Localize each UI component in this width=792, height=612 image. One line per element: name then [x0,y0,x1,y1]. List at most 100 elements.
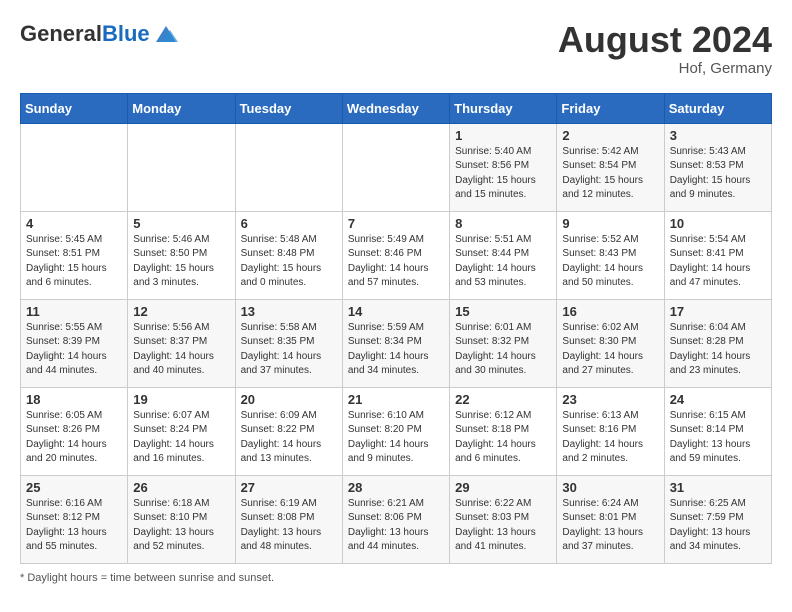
day-of-week-header: Saturday [664,93,771,123]
day-info-text: Sunrise: 6:21 AM Sunset: 8:06 PM Dayligh… [348,497,444,555]
calendar-day-cell [128,123,235,211]
calendar-day-cell: 7Sunrise: 5:49 AM Sunset: 8:46 PM Daylig… [342,211,449,299]
calendar-day-cell: 15Sunrise: 6:01 AM Sunset: 8:32 PM Dayli… [450,299,557,387]
day-number: 6 [241,216,337,231]
calendar-week-row: 18 Sunrise: 6:05 AM Sunset: 8:26 PM Dayli… [21,387,772,475]
calendar-day-cell: 18 Sunrise: 6:05 AM Sunset: 8:26 PM Dayli… [21,387,128,475]
day-info-text: Sunrise: 6:22 AM Sunset: 8:03 PM Dayligh… [455,497,551,555]
day-info-text: Sunrise: 5:48 AM Sunset: 8:48 PM Dayligh… [241,233,337,291]
day-info-text: Sunrise: 5:52 AM Sunset: 8:43 PM Dayligh… [562,233,658,291]
day-number: 16 [562,304,658,319]
logo-icon [152,20,180,48]
calendar-day-cell [342,123,449,211]
location-subtitle: Hof, Germany [558,60,772,77]
day-number: 15 [455,304,551,319]
day-number: 2 [562,128,658,143]
day-number: 5 [133,216,229,231]
title-block: August 2024 Hof, Germany [558,20,772,77]
calendar-day-cell: 3 Sunrise: 5:43 AM Sunset: 8:53 PM Daylig… [664,123,771,211]
day-info-text: Sunrise: 6:16 AM Sunset: 8:12 PM Dayligh… [26,497,122,555]
calendar-day-cell: 21 Sunrise: 6:10 AM Sunset: 8:20 PM Dayli… [342,387,449,475]
day-info-text: Sunrise: 6:09 AM Sunset: 8:22 PM Dayligh… [241,409,337,467]
day-of-week-header: Monday [128,93,235,123]
day-of-week-header: Tuesday [235,93,342,123]
calendar-week-row: 4Sunrise: 5:45 AM Sunset: 8:51 PM Daylig… [21,211,772,299]
month-year-title: August 2024 [558,20,772,60]
calendar-day-cell: 1Sunrise: 5:40 AM Sunset: 8:56 PM Daylig… [450,123,557,211]
days-header-row: SundayMondayTuesdayWednesdayThursdayFrid… [21,93,772,123]
calendar-week-row: 25Sunrise: 6:16 AM Sunset: 8:12 PM Dayli… [21,475,772,563]
logo: GeneralBlue [20,20,180,48]
calendar-table: SundayMondayTuesdayWednesdayThursdayFrid… [20,93,772,564]
day-number: 14 [348,304,444,319]
day-number: 17 [670,304,766,319]
day-info-text: Sunrise: 6:13 AM Sunset: 8:16 PM Dayligh… [562,409,658,467]
calendar-day-cell: 14Sunrise: 5:59 AM Sunset: 8:34 PM Dayli… [342,299,449,387]
calendar-day-cell: 4Sunrise: 5:45 AM Sunset: 8:51 PM Daylig… [21,211,128,299]
calendar-day-cell: 22Sunrise: 6:12 AM Sunset: 8:18 PM Dayli… [450,387,557,475]
calendar-week-row: 1Sunrise: 5:40 AM Sunset: 8:56 PM Daylig… [21,123,772,211]
calendar-day-cell: 25Sunrise: 6:16 AM Sunset: 8:12 PM Dayli… [21,475,128,563]
day-number: 7 [348,216,444,231]
day-info-text: Sunrise: 6:02 AM Sunset: 8:30 PM Dayligh… [562,321,658,379]
day-of-week-header: Sunday [21,93,128,123]
calendar-day-cell: 12Sunrise: 5:56 AM Sunset: 8:37 PM Dayli… [128,299,235,387]
logo-general-text: General [20,21,102,46]
day-info-text: Sunrise: 6:10 AM Sunset: 8:20 PM Dayligh… [348,409,444,467]
calendar-day-cell: 28Sunrise: 6:21 AM Sunset: 8:06 PM Dayli… [342,475,449,563]
logo-blue-text: Blue [102,21,150,46]
day-of-week-header: Friday [557,93,664,123]
calendar-day-cell: 24Sunrise: 6:15 AM Sunset: 8:14 PM Dayli… [664,387,771,475]
day-number: 29 [455,480,551,495]
calendar-day-cell: 31 Sunrise: 6:25 AM Sunset: 7:59 PM Dayli… [664,475,771,563]
calendar-day-cell: 2 Sunrise: 5:42 AM Sunset: 8:54 PM Daylig… [557,123,664,211]
calendar-day-cell: 29 Sunrise: 6:22 AM Sunset: 8:03 PM Dayli… [450,475,557,563]
day-number: 30 [562,480,658,495]
day-info-text: Sunrise: 5:46 AM Sunset: 8:50 PM Dayligh… [133,233,229,291]
day-number: 10 [670,216,766,231]
day-number: 4 [26,216,122,231]
day-number: 20 [241,392,337,407]
day-of-week-header: Wednesday [342,93,449,123]
day-number: 18 [26,392,122,407]
day-number: 27 [241,480,337,495]
day-number: 26 [133,480,229,495]
calendar-day-cell: 27Sunrise: 6:19 AM Sunset: 8:08 PM Dayli… [235,475,342,563]
day-number: 9 [562,216,658,231]
day-number: 19 [133,392,229,407]
day-of-week-header: Thursday [450,93,557,123]
calendar-day-cell: 17 Sunrise: 6:04 AM Sunset: 8:28 PM Dayli… [664,299,771,387]
day-info-text: Sunrise: 6:04 AM Sunset: 8:28 PM Dayligh… [670,321,766,379]
day-info-text: Sunrise: 6:18 AM Sunset: 8:10 PM Dayligh… [133,497,229,555]
calendar-day-cell: 16 Sunrise: 6:02 AM Sunset: 8:30 PM Dayli… [557,299,664,387]
calendar-day-cell: 23 Sunrise: 6:13 AM Sunset: 8:16 PM Dayli… [557,387,664,475]
day-number: 3 [670,128,766,143]
day-info-text: Sunrise: 5:40 AM Sunset: 8:56 PM Dayligh… [455,145,551,203]
day-number: 21 [348,392,444,407]
calendar-day-cell: 9 Sunrise: 5:52 AM Sunset: 8:43 PM Daylig… [557,211,664,299]
calendar-day-cell: 11Sunrise: 5:55 AM Sunset: 8:39 PM Dayli… [21,299,128,387]
day-number: 24 [670,392,766,407]
calendar-day-cell: 19 Sunrise: 6:07 AM Sunset: 8:24 PM Dayli… [128,387,235,475]
day-info-text: Sunrise: 6:07 AM Sunset: 8:24 PM Dayligh… [133,409,229,467]
calendar-day-cell: 26 Sunrise: 6:18 AM Sunset: 8:10 PM Dayli… [128,475,235,563]
day-info-text: Sunrise: 5:55 AM Sunset: 8:39 PM Dayligh… [26,321,122,379]
calendar-day-cell: 10 Sunrise: 5:54 AM Sunset: 8:41 PM Dayli… [664,211,771,299]
day-info-text: Sunrise: 5:43 AM Sunset: 8:53 PM Dayligh… [670,145,766,203]
day-number: 23 [562,392,658,407]
calendar-day-cell: 13 Sunrise: 5:58 AM Sunset: 8:35 PM Dayli… [235,299,342,387]
day-number: 22 [455,392,551,407]
day-number: 13 [241,304,337,319]
day-info-text: Sunrise: 6:05 AM Sunset: 8:26 PM Dayligh… [26,409,122,467]
day-info-text: Sunrise: 6:25 AM Sunset: 7:59 PM Dayligh… [670,497,766,555]
day-number: 31 [670,480,766,495]
day-info-text: Sunrise: 5:58 AM Sunset: 8:35 PM Dayligh… [241,321,337,379]
day-number: 8 [455,216,551,231]
day-info-text: Sunrise: 6:24 AM Sunset: 8:01 PM Dayligh… [562,497,658,555]
day-info-text: Sunrise: 5:54 AM Sunset: 8:41 PM Dayligh… [670,233,766,291]
day-info-text: Sunrise: 5:42 AM Sunset: 8:54 PM Dayligh… [562,145,658,203]
calendar-week-row: 11Sunrise: 5:55 AM Sunset: 8:39 PM Dayli… [21,299,772,387]
calendar-day-cell: 20 Sunrise: 6:09 AM Sunset: 8:22 PM Dayli… [235,387,342,475]
day-info-text: Sunrise: 5:51 AM Sunset: 8:44 PM Dayligh… [455,233,551,291]
calendar-day-cell [235,123,342,211]
